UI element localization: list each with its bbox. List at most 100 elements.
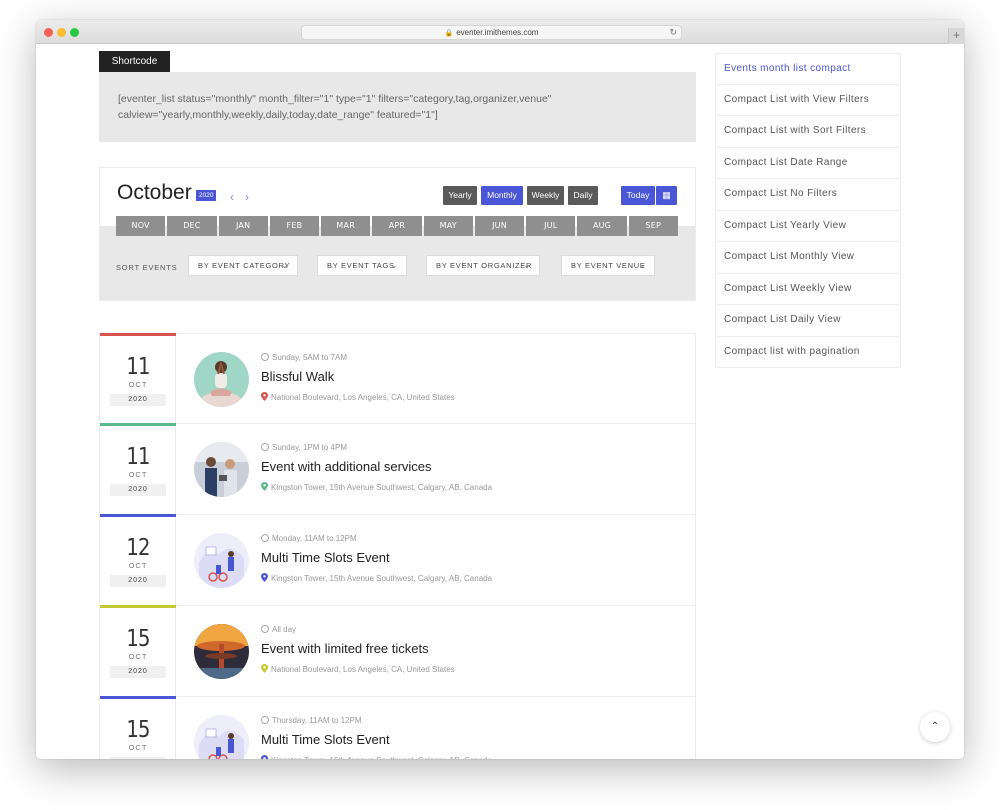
event-month: OCT [128, 380, 148, 389]
event-month: OCT [128, 652, 148, 661]
month-button[interactable]: JUN [474, 216, 525, 236]
view-yearly-button[interactable]: Yearly [443, 186, 477, 205]
event-time: Monday, 11AM to 12PM [261, 534, 357, 543]
month-button[interactable]: AUG [577, 216, 627, 236]
event-color-bar [100, 514, 176, 517]
event-row[interactable]: 11 OCT 2020 Sunday, 5AM to 7AM Blissful … [99, 333, 696, 424]
view-monthly-button[interactable]: Monthly [481, 186, 523, 205]
sidebar-item[interactable]: Compact List No Filters [715, 179, 901, 211]
event-day: 12 [126, 535, 150, 561]
event-thumbnail[interactable] [194, 715, 249, 759]
today-button[interactable]: Today [621, 186, 655, 205]
current-year-badge: 2020 [196, 190, 217, 201]
sidebar-item[interactable]: Compact List Weekly View [715, 273, 901, 305]
chevron-down-icon: ⌄ [638, 261, 646, 270]
sidebar-item[interactable]: Compact List Date Range [715, 147, 901, 179]
month-button[interactable]: SEP [628, 216, 678, 236]
sort-venue-label: BY EVENT VENUE [571, 261, 646, 270]
month-button[interactable]: NOV [116, 216, 166, 236]
sidebar-item[interactable]: Compact List with Sort Filters [715, 116, 901, 148]
event-year: 2020 [110, 394, 166, 406]
reload-icon[interactable]: ↻ [669, 26, 677, 39]
event-month: OCT [128, 561, 148, 570]
next-month-icon[interactable]: › [245, 190, 249, 204]
month-button[interactable]: FEB [269, 216, 320, 236]
view-weekly-button[interactable]: Weekly [527, 186, 564, 205]
event-title[interactable]: Blissful Walk [261, 369, 334, 384]
event-thumbnail[interactable] [194, 533, 249, 588]
event-location: National Boulevard, Los Angeles, CA, Uni… [261, 392, 455, 402]
sidebar-item[interactable]: Compact List with View Filters [715, 84, 901, 116]
event-year: 2020 [110, 757, 166, 759]
minimize-window-button[interactable] [57, 28, 66, 37]
event-day: 15 [126, 717, 150, 743]
sidebar-item[interactable]: Compact List Yearly View [715, 210, 901, 242]
month-filter-row: NOV DEC JAN FEB MAR APR MAY JUN JUL AUG … [116, 216, 678, 236]
month-button[interactable]: DEC [167, 216, 217, 236]
event-time-text: Thursday, 11AM to 12PM [272, 716, 362, 725]
sidebar-item[interactable]: Compact List Daily View [715, 305, 901, 337]
event-location-text: Kingston Tower, 15th Avenue Southwest, C… [271, 483, 493, 492]
event-time-text: Monday, 11AM to 12PM [272, 534, 357, 543]
event-date: 12 OCT 2020 [100, 514, 176, 605]
event-color-bar [100, 605, 176, 608]
new-tab-button[interactable]: + [948, 28, 964, 44]
sort-tags-dropdown[interactable]: BY EVENT TAGS ⌄ [317, 255, 407, 276]
sort-venue-dropdown[interactable]: BY EVENT VENUE ⌄ [561, 255, 655, 276]
sidebar-item[interactable]: Events month list compact [715, 53, 901, 85]
event-row[interactable]: 15 OCT 2020 All day Event with limited f… [99, 605, 696, 697]
event-title[interactable]: Event with additional services [261, 459, 432, 474]
event-thumbnail[interactable] [194, 624, 249, 679]
calendar-panel: October 2020 ‹ › Yearly Monthly Weekly D… [99, 167, 696, 301]
sidebar-item[interactable]: Compact list with pagination [715, 336, 901, 368]
browser-window: 🔒 eventer.imithemes.com ↻ + Shortcode [ev… [36, 20, 964, 759]
event-location: Kingston Tower, 15th Avenue Southwest, C… [261, 573, 492, 583]
scroll-to-top-button[interactable]: ⌃ [920, 712, 950, 742]
clock-icon [261, 443, 269, 451]
month-button[interactable]: JAN [218, 216, 268, 236]
sidebar-menu: Events month list compact Compact List w… [715, 53, 901, 368]
event-list: 11 OCT 2020 Sunday, 5AM to 7AM Blissful … [99, 333, 696, 759]
event-thumbnail[interactable] [194, 442, 249, 497]
event-time-text: Sunday, 5AM to 7AM [272, 353, 347, 362]
event-time: Sunday, 5AM to 7AM [261, 353, 347, 362]
event-title[interactable]: Multi Time Slots Event [261, 732, 390, 747]
month-button[interactable]: APR [372, 216, 422, 236]
sort-organizer-label: BY EVENT ORGANIZER [436, 261, 533, 270]
address-bar[interactable]: 🔒 eventer.imithemes.com ↻ [301, 25, 682, 40]
event-day: 11 [126, 444, 150, 470]
map-pin-icon [261, 755, 268, 759]
event-row[interactable]: 11 OCT 2020 Sunday, 1PM to 4PM Event wit… [99, 423, 696, 515]
clock-icon [261, 353, 269, 361]
sort-organizer-dropdown[interactable]: BY EVENT ORGANIZER ⌄ [426, 255, 540, 276]
event-color-bar [100, 696, 176, 699]
maximize-window-button[interactable] [70, 28, 79, 37]
clock-icon [261, 716, 269, 724]
event-thumbnail[interactable] [194, 352, 249, 407]
event-title[interactable]: Multi Time Slots Event [261, 550, 390, 565]
close-window-button[interactable] [44, 28, 53, 37]
sort-category-label: BY EVENT CATEGORY [198, 261, 291, 270]
event-year: 2020 [110, 575, 166, 587]
map-pin-icon [261, 664, 268, 673]
sort-tags-label: BY EVENT TAGS [327, 261, 395, 270]
sort-category-dropdown[interactable]: BY EVENT CATEGORY ⌄ [188, 255, 298, 276]
event-date: 15 OCT 2020 [100, 696, 176, 759]
map-pin-icon [261, 392, 268, 401]
event-location-text: Kingston Tower, 15th Avenue Southwest, C… [271, 756, 492, 759]
month-button[interactable]: JUL [526, 216, 576, 236]
event-title[interactable]: Event with limited free tickets [261, 641, 429, 656]
view-daily-button[interactable]: Daily [568, 186, 598, 205]
chevron-down-icon: ⌄ [390, 261, 398, 270]
month-button[interactable]: MAY [423, 216, 473, 236]
prev-month-icon[interactable]: ‹ [230, 190, 234, 204]
month-button[interactable]: MAR [321, 216, 371, 236]
calendar-picker-icon[interactable]: ▦ [656, 186, 677, 205]
sidebar-item[interactable]: Compact List Monthly View [715, 242, 901, 274]
event-row[interactable]: 12 OCT 2020 Monday, 11AM to 12PM Multi T… [99, 514, 696, 606]
event-row[interactable]: 15 OCT 2020 Thursday, 11AM to 12PM Multi… [99, 696, 696, 759]
event-year: 2020 [110, 666, 166, 678]
chevron-down-icon: ⌄ [281, 261, 289, 270]
shortcode-tab[interactable]: Shortcode [99, 51, 170, 72]
event-day: 15 [126, 626, 150, 652]
